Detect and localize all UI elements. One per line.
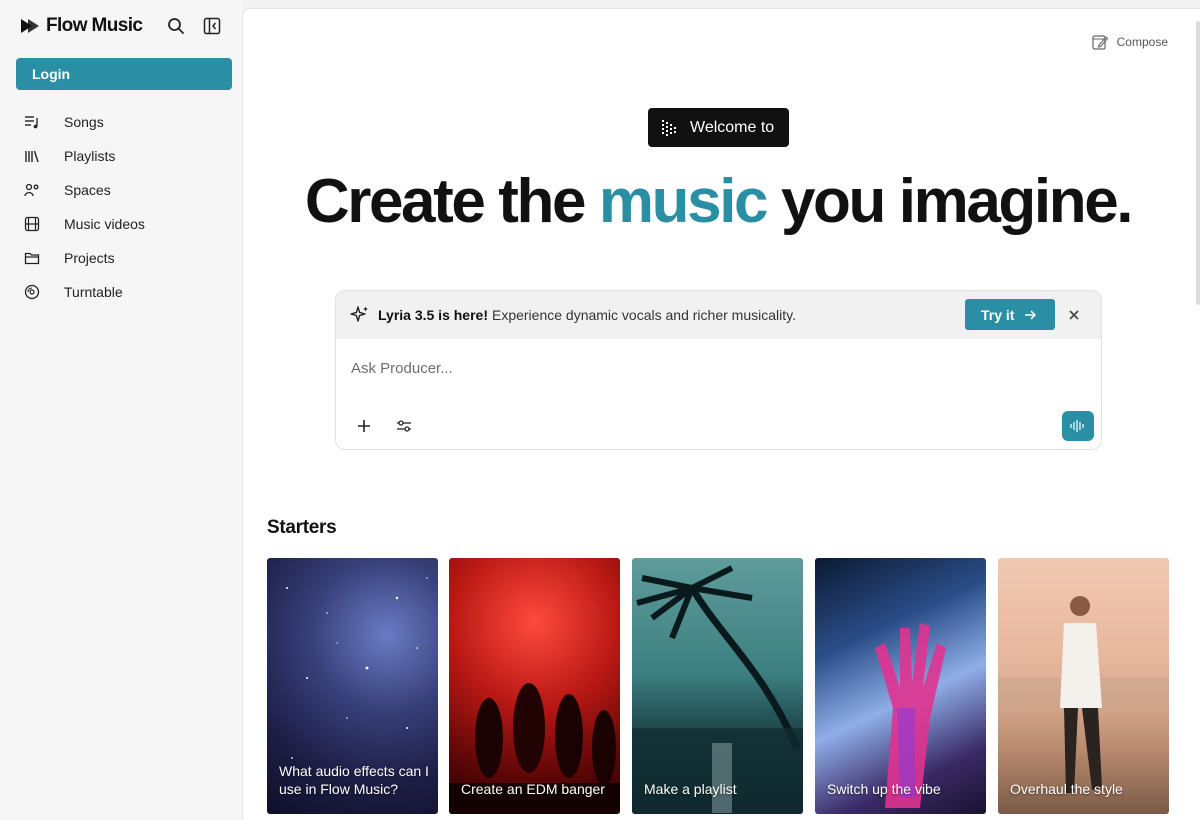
sidebar-item-spaces[interactable]: Spaces [16,173,232,207]
club-crowd-image [449,683,620,814]
settings-button[interactable] [394,416,414,436]
starter-card-style[interactable]: Overhaul the style [998,558,1169,814]
brand[interactable]: Flow Music [20,14,143,38]
sidebar-item-label: Songs [64,114,104,130]
scrollbar[interactable] [1196,21,1200,305]
starter-card-label: Create an EDM banger [461,781,605,797]
try-it-button[interactable]: Try it [965,299,1055,330]
beach-man-image [998,596,1169,793]
sidebar-item-label: Spaces [64,182,111,198]
sidebar-item-label: Music videos [64,216,145,232]
starter-card-label: Make a playlist [644,781,737,797]
welcome-label: Welcome to [690,118,775,136]
ask-producer-input[interactable] [351,357,1051,379]
starter-card-vibe[interactable]: Switch up the vibe [815,558,986,814]
palm-tree-image [632,565,803,814]
producer-prompt-box: Lyria 3.5 is here! Experience dynamic vo… [335,290,1102,450]
sidebar-item-playlists[interactable]: Playlists [16,139,232,173]
turntable-icon [24,284,40,300]
sidebar-item-label: Playlists [64,148,116,164]
collapse-sidebar-button[interactable] [201,15,223,37]
sidebar-item-turntable[interactable]: Turntable [16,275,232,309]
starter-card-playlist[interactable]: Make a playlist [632,558,803,814]
sliders-icon [397,420,411,432]
announcement-title: Lyria 3.5 is here! [378,307,488,323]
close-icon[interactable] [1067,308,1081,322]
sidebar-item-label: Turntable [64,284,123,300]
hero-title-accent: music [598,167,769,236]
library-icon [24,148,40,164]
waveform-icon [1070,420,1084,432]
starter-card-audio-effects[interactable]: What audio effects can I use in Flow Mus… [267,558,438,814]
try-it-label: Try it [981,306,1015,323]
hero-title: Create the music you imagine. [243,167,1193,237]
main-panel: Compose Welcome to Create the music you … [242,8,1200,820]
brand-name: Flow Music [46,15,143,36]
starter-card-label: Overhaul the style [1010,781,1123,797]
folder-icon [24,250,40,266]
starter-card-label: What audio effects can I use in Flow Mus… [279,763,429,797]
starters-heading: Starters [267,517,337,538]
add-attachment-button[interactable] [354,416,374,436]
sidebar-item-songs[interactable]: Songs [16,105,232,139]
starter-card-edm[interactable]: Create an EDM banger [449,558,620,814]
search-button[interactable] [165,15,187,37]
flow-logo-icon [21,19,39,33]
flow-dots-logo-icon [662,119,676,136]
announcement-bar: Lyria 3.5 is here! Experience dynamic vo… [336,291,1101,339]
search-icon [168,18,184,34]
songs-icon [24,114,40,130]
app-root: Flow Music Login Songs Playlists Spaces [0,0,1200,820]
compose-button[interactable]: Compose [1091,33,1168,51]
arrow-right-icon [1024,309,1037,321]
sidebar-item-music-videos[interactable]: Music videos [16,207,232,241]
sidebar-item-projects[interactable]: Projects [16,241,232,275]
plus-icon [358,420,370,432]
sidebar: Flow Music Login Songs Playlists Spaces [0,0,242,820]
collapse-sidebar-icon [203,17,221,35]
film-icon [24,216,40,232]
voice-input-button[interactable] [1062,411,1094,441]
compose-icon [1092,35,1108,50]
neon-hand-image [875,623,946,808]
compose-label: Compose [1116,35,1168,49]
starter-card-label: Switch up the vibe [827,781,941,797]
sparkle-icon [350,306,368,322]
spaces-icon [24,182,40,198]
announcement-text: Experience dynamic vocals and richer mus… [491,307,796,323]
sidebar-item-label: Projects [64,250,115,266]
hero-title-part2: you imagine. [766,167,1134,236]
starters-cards: What audio effects can I use in Flow Mus… [267,558,1169,814]
welcome-badge: Welcome to [648,108,789,147]
hero-title-part1: Create the [304,167,599,236]
login-button[interactable]: Login [16,58,232,90]
sidebar-nav: Songs Playlists Spaces Music videos Proj… [16,105,232,309]
